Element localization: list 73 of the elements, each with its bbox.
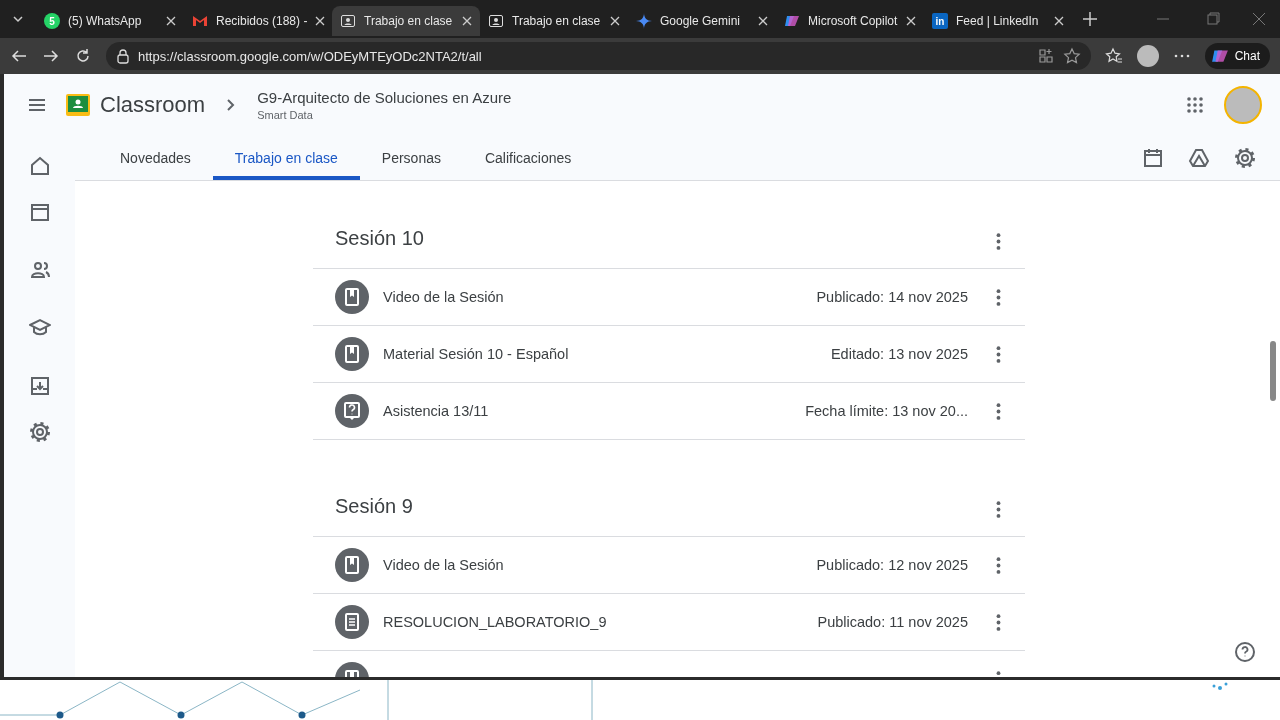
browser-tab[interactable]: Recibidos (188) -	[184, 6, 332, 36]
reload-icon[interactable]	[74, 47, 92, 65]
item-title: Material Sesión 10 - Español	[383, 346, 570, 362]
item-title: Video de la Sesión	[383, 557, 505, 573]
course-section: Smart Data	[257, 108, 512, 121]
classwork-item[interactable]: Video de la Sesión Publicado: 12 nov 2025	[313, 537, 1025, 594]
browser-tab[interactable]: Microsoft Copilot	[776, 6, 924, 36]
calendar-icon[interactable]	[28, 201, 51, 223]
material-icon	[335, 280, 369, 314]
nav-tab[interactable]: Personas	[359, 135, 463, 180]
avatar[interactable]	[1136, 45, 1159, 67]
drive-icon[interactable]	[1188, 146, 1210, 169]
help-icon[interactable]	[1234, 641, 1256, 663]
item-date: Fecha límite: 13 nov 20...	[805, 403, 968, 419]
browser-tab[interactable]: Trabajo en clase	[480, 6, 628, 36]
star-icon[interactable]	[1062, 47, 1081, 65]
whatsapp-icon: 5	[44, 13, 60, 29]
browser-tab[interactable]: Google Gemini	[628, 6, 776, 36]
close-icon[interactable]	[610, 16, 620, 26]
nav-tab[interactable]: Trabajo en clase	[212, 135, 360, 180]
close-icon[interactable]	[315, 16, 326, 26]
lock-icon	[116, 47, 130, 65]
apps-icon[interactable]	[1036, 47, 1055, 65]
nav-tab[interactable]: Calificaciones	[462, 135, 594, 180]
scrollbar-thumb[interactable]	[1270, 341, 1276, 401]
classwork-item[interactable]: Material Sesión 10 - Español Editado: 13 nov 2025	[313, 326, 1025, 383]
sparkle-icon	[636, 13, 652, 29]
mail-icon	[192, 13, 208, 29]
item-title: Video de la Sesión	[383, 289, 505, 305]
item-title: RESOLUCION_LABORATORIO_9	[383, 614, 608, 630]
assignment-icon	[335, 605, 369, 639]
restore-icon[interactable]	[1204, 10, 1222, 28]
settings-icon[interactable]	[28, 421, 51, 443]
classwork-item[interactable]: RESOLUCION_LABORATORIO_9 Publicado: 11 nov 2025	[313, 594, 1025, 651]
person-card-icon	[340, 13, 356, 29]
item-title: Asistencia 13/11	[383, 403, 490, 419]
copilot-icon	[1210, 47, 1229, 65]
people-icon[interactable]	[28, 259, 51, 281]
classroom-logo-icon	[66, 93, 90, 116]
calendar-icon[interactable]	[1142, 146, 1164, 169]
close-icon[interactable]	[462, 16, 472, 26]
material-icon	[335, 337, 369, 371]
nav-tab[interactable]: Novedades	[98, 135, 213, 180]
apps-grid-icon[interactable]	[1186, 95, 1204, 114]
copilot-icon	[784, 13, 800, 29]
chat-button[interactable]: Chat	[1204, 43, 1270, 69]
close-icon[interactable]	[906, 16, 916, 26]
address-bar[interactable]: https://classroom.google.com/w/ODEyMTEyODc2NTA2/t/all	[106, 42, 1091, 70]
item-date: Editado: 13 nov 2025	[830, 346, 968, 362]
browser-tab[interactable]: 5 (5) WhatsApp	[36, 6, 184, 36]
home-icon[interactable]	[28, 155, 51, 177]
close-icon[interactable]	[1054, 16, 1064, 26]
material-icon	[335, 548, 369, 582]
item-date: Publicado: 11 nov 2025	[817, 614, 968, 630]
classwork-item[interactable]: Asistencia 13/11 Fecha límite: 13 nov 20...	[313, 383, 1025, 440]
app-title[interactable]: Classroom	[100, 91, 206, 118]
settings-icon[interactable]	[1234, 146, 1256, 169]
close-icon[interactable]	[166, 16, 176, 26]
question-icon	[335, 394, 369, 428]
favorites-icon[interactable]	[1104, 47, 1123, 65]
course-title[interactable]: G9-Arquitecto de Soluciones en Azure	[257, 88, 512, 106]
new-tab-icon[interactable]	[1081, 10, 1099, 28]
topic-title: Sesión 10	[335, 227, 424, 250]
item-date: Publicado: 14 nov 2025	[816, 289, 968, 305]
browser-tab[interactable]: Trabajo en clase	[332, 6, 480, 36]
topic-title: Sesión 9	[335, 495, 413, 518]
item-date: Publicado: 12 nov 2025	[816, 557, 968, 573]
close-icon[interactable]	[758, 16, 768, 26]
person-card-icon	[488, 13, 504, 29]
classwork-item[interactable]: Video de la Sesión Publicado: 14 nov 2025	[313, 269, 1025, 326]
linkedin-icon: in	[932, 13, 948, 29]
browser-tab[interactable]: in Feed | LinkedIn	[924, 6, 1072, 36]
archive-icon[interactable]	[28, 375, 51, 397]
